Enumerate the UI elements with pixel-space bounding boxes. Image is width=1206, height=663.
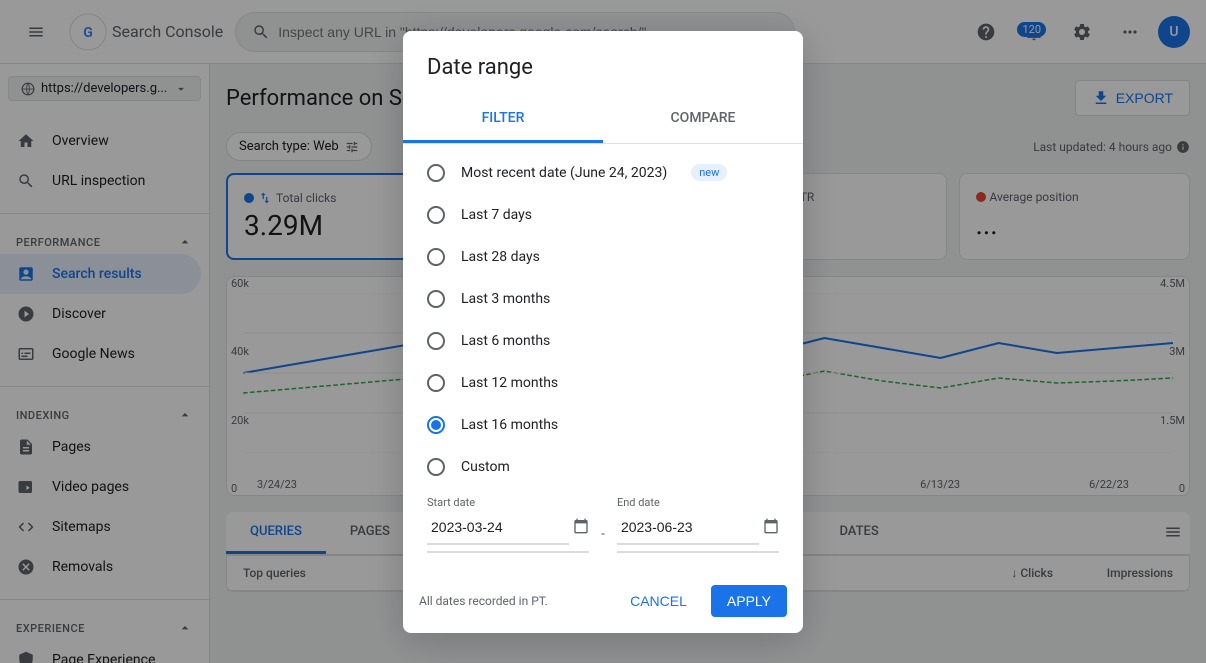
apply-button[interactable]: APPLY xyxy=(711,585,787,617)
modal-actions: CANCEL APPLY xyxy=(614,585,787,617)
end-date-label: End date xyxy=(617,496,779,509)
start-date-input[interactable] xyxy=(427,511,569,545)
modal-tab-compare[interactable]: COMPARE xyxy=(603,96,803,143)
radio-last-7-days xyxy=(427,206,445,224)
radio-last-16-months xyxy=(427,416,445,434)
end-date-wrap: End date xyxy=(617,496,779,553)
option-last-3-months[interactable]: Last 3 months xyxy=(403,278,803,320)
end-calendar-icon[interactable] xyxy=(763,518,779,538)
option-last-28-days[interactable]: Last 28 days xyxy=(403,236,803,278)
footer-note: All dates recorded in PT. xyxy=(419,594,548,608)
radio-last-6-months xyxy=(427,332,445,350)
modal-footer: All dates recorded in PT. CANCEL APPLY xyxy=(403,577,803,633)
option-last-6-months[interactable]: Last 6 months xyxy=(403,320,803,362)
option-last-7-days[interactable]: Last 7 days xyxy=(403,194,803,236)
option-last-12-months[interactable]: Last 12 months xyxy=(403,362,803,404)
radio-custom xyxy=(427,458,445,476)
end-date-input[interactable] xyxy=(617,511,759,545)
date-separator: - xyxy=(597,526,609,542)
radio-last-28-days xyxy=(427,248,445,266)
date-range-modal: Date range FILTER COMPARE Most recent da… xyxy=(403,31,803,633)
option-last-16-months[interactable]: Last 16 months xyxy=(403,404,803,446)
option-most-recent[interactable]: Most recent date (June 24, 2023) new xyxy=(403,152,803,194)
modal-tab-filter[interactable]: FILTER xyxy=(403,96,603,143)
option-custom[interactable]: Custom xyxy=(403,446,803,488)
modal-overlay[interactable]: Date range FILTER COMPARE Most recent da… xyxy=(0,0,1206,663)
modal-body: Most recent date (June 24, 2023) new Las… xyxy=(403,144,803,577)
date-inputs: Start date - End date xyxy=(403,488,803,569)
radio-most-recent xyxy=(427,164,445,182)
start-calendar-icon[interactable] xyxy=(573,518,589,538)
start-date-label: Start date xyxy=(427,496,589,509)
radio-last-3-months xyxy=(427,290,445,308)
cancel-button[interactable]: CANCEL xyxy=(614,585,703,617)
modal-tabs: FILTER COMPARE xyxy=(403,96,803,144)
modal-title: Date range xyxy=(403,31,803,96)
start-date-wrap: Start date xyxy=(427,496,589,553)
radio-last-12-months xyxy=(427,374,445,392)
